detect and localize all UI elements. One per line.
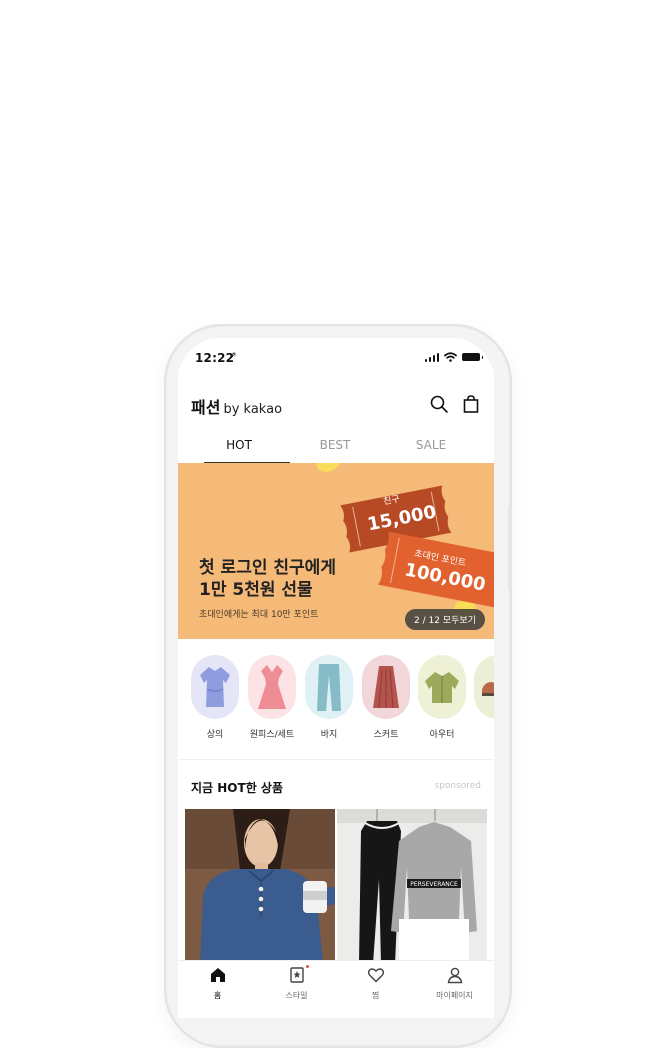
shopping-bag-icon[interactable] — [461, 394, 481, 414]
section-title: 지금 HOT한 상품 — [191, 781, 283, 795]
banner-title: 첫 로그인 친구에게 1만 5천원 선물 — [199, 557, 336, 601]
search-icon[interactable] — [429, 394, 449, 414]
nav-label: 마이페이지 — [436, 991, 473, 1000]
nav-label: 홈 — [213, 991, 222, 1000]
product-card[interactable]: PERSEVERANCE — [337, 809, 487, 964]
banner-subtitle: 초대인에게는 최대 10만 포인트 — [199, 610, 319, 620]
heart-icon — [367, 968, 384, 983]
category-label: 스커트 — [373, 730, 399, 740]
category-label: 아우터 — [429, 730, 455, 740]
product-print-text: PERSEVERANCE — [410, 881, 458, 888]
app-logo[interactable]: 패션 by kakao — [191, 394, 282, 418]
promo-banner[interactable]: 친구 15,000 초대인 포인트 100,000 첫 로그인 친구에게 1만 … — [178, 463, 494, 639]
top-tabs: HOT BEST SALE — [178, 433, 494, 464]
category-label: 원피스/세트 — [249, 730, 295, 740]
category-top[interactable]: 상의 — [191, 655, 239, 740]
brand-subtitle: by kakao — [223, 402, 283, 417]
category-outer[interactable]: 아우터 — [418, 655, 466, 740]
bottom-navigation: 홈 스타일 찜 마이페이지 — [178, 960, 494, 1018]
home-icon — [210, 968, 225, 982]
banner-counter-button[interactable]: 2 / 12 모두보기 — [405, 609, 485, 630]
phone-side-button — [508, 506, 512, 590]
product-image — [185, 809, 335, 964]
nav-label: 찜 — [371, 991, 380, 1000]
status-bar: 12:22 ⇗ — [178, 338, 494, 378]
product-card[interactable] — [185, 809, 335, 964]
nav-label: 스타일 — [285, 991, 308, 1000]
category-shoes[interactable]: 슈 — [474, 655, 494, 740]
style-book-icon — [289, 967, 304, 983]
banner-title-line1: 첫 로그인 친구에게 — [199, 558, 336, 578]
nav-wishlist[interactable]: 찜 — [336, 961, 415, 1018]
skirt-icon — [373, 666, 399, 709]
jacket-icon — [425, 672, 459, 703]
blouse-icon — [200, 667, 230, 707]
nav-home[interactable]: 홈 — [178, 961, 257, 1018]
signal-icon — [424, 352, 439, 362]
tab-sale[interactable]: SALE — [383, 433, 479, 463]
brand-title: 패션 — [191, 398, 221, 417]
sponsored-label: sponsored — [434, 781, 481, 791]
battery-icon — [462, 353, 483, 361]
category-skirt[interactable]: 스커트 — [362, 655, 410, 740]
category-list: 상의 원피스/세트 바지 스커트 아우터 — [178, 639, 494, 760]
tab-best[interactable]: BEST — [287, 433, 383, 463]
pants-icon — [317, 664, 341, 711]
nav-mypage[interactable]: 마이페이지 — [415, 961, 494, 1018]
nav-style[interactable]: 스타일 — [257, 961, 336, 1018]
category-label: 슈 — [474, 727, 495, 740]
category-pants[interactable]: 바지 — [305, 655, 353, 740]
category-label: 바지 — [320, 730, 338, 740]
coin-decoration — [313, 463, 345, 476]
category-label: 상의 — [206, 730, 224, 740]
dress-icon — [258, 665, 286, 709]
category-onepiece[interactable]: 원피스/세트 — [248, 655, 296, 740]
location-arrow-icon: ⇗ — [229, 351, 237, 361]
banner-title-line2: 1만 5천원 선물 — [199, 580, 313, 600]
person-icon — [447, 967, 462, 984]
tab-hot[interactable]: HOT — [191, 433, 290, 464]
wifi-icon — [444, 352, 457, 362]
product-image: PERSEVERANCE — [337, 809, 487, 964]
shoe-icon — [482, 682, 494, 696]
app-screen: 12:22 ⇗ 패션 by kakao HOT BEST SALE 친구 15,… — [178, 338, 494, 1018]
notification-dot — [306, 965, 309, 968]
